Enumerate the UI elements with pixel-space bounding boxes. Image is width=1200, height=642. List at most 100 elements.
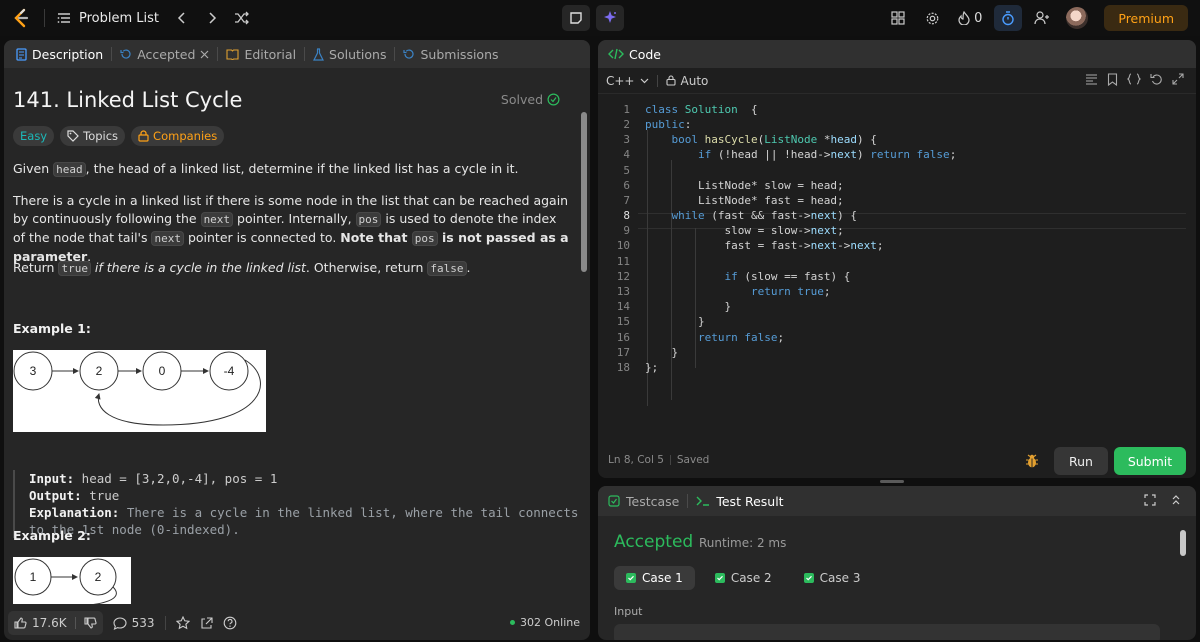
lock-icon <box>138 130 149 142</box>
line-number: 17 <box>616 346 630 359</box>
next-problem-icon[interactable] <box>199 5 225 31</box>
premium-button[interactable]: Premium <box>1104 5 1188 31</box>
code-line: slow = slow->next; <box>645 224 844 237</box>
code-line: ListNode* slow = head; <box>645 179 844 192</box>
auto-mode[interactable]: Auto <box>665 74 708 88</box>
tab-accepted[interactable]: Accepted <box>114 40 215 68</box>
previous-problem-icon[interactable] <box>169 5 195 31</box>
share-icon[interactable] <box>200 616 213 630</box>
description-scrollbar-thumb[interactable] <box>581 112 587 272</box>
code-title: Code <box>629 46 662 62</box>
debugger-bug-icon[interactable] <box>1024 453 1040 469</box>
chevron-down-icon <box>640 78 649 84</box>
case-label: Case 2 <box>730 571 772 585</box>
input-value-box[interactable] <box>614 624 1160 640</box>
node-label: -4 <box>224 364 235 378</box>
user-avatar[interactable] <box>1066 7 1089 29</box>
description-footer: 17.6K 533 <box>4 606 590 640</box>
result-scrollbar-thumb[interactable] <box>1180 530 1186 556</box>
check-circle-icon <box>547 93 560 106</box>
code-line: bool hasCycle(ListNode *head) { <box>671 133 877 146</box>
tab-divider <box>304 47 306 61</box>
example-2-diagram: 1 2 <box>13 557 131 604</box>
tab-divider <box>394 47 396 61</box>
tab-submissions[interactable]: Submissions <box>397 40 504 68</box>
check-icon <box>714 573 725 583</box>
reset-icon[interactable] <box>1150 73 1163 86</box>
timer-icon[interactable] <box>994 5 1023 31</box>
line-number: 12 <box>616 270 630 283</box>
language-select[interactable]: C++ <box>606 74 649 88</box>
star-icon[interactable] <box>175 616 190 630</box>
ai-sparkle-icon[interactable] <box>596 5 624 31</box>
test-panel-tabs: Testcase Test Result <box>598 486 1196 516</box>
tab-description-label: Description <box>32 46 104 62</box>
history-icon <box>120 48 132 60</box>
code-line: return true; <box>750 285 831 298</box>
divider <box>164 616 166 630</box>
code-line: fast = fast->next->next; <box>645 239 884 252</box>
format-icon[interactable] <box>1085 73 1098 86</box>
flame-icon <box>958 11 970 25</box>
notes-icon[interactable] <box>562 5 590 31</box>
description-tabs: Description Accepted Editorial Solutions… <box>4 40 590 68</box>
solved-status: Solved <box>501 92 560 107</box>
tab-test-result[interactable]: Test Result <box>716 494 783 509</box>
runtime-label: Runtime: 2 ms <box>699 536 787 550</box>
add-friend-icon[interactable] <box>1028 5 1056 31</box>
case-tab-2[interactable]: Case 2 <box>703 566 784 590</box>
layout-grid-icon[interactable] <box>884 5 912 31</box>
tab-description[interactable]: Description <box>10 40 109 68</box>
bookmark-icon[interactable] <box>1107 73 1118 86</box>
code-line: if (!head || !head->next) return false; <box>697 148 957 161</box>
code-line: if (slow == fast) { <box>724 270 851 283</box>
streak-counter[interactable]: 0 <box>952 11 988 26</box>
likes-count: 17.6K <box>32 616 67 630</box>
like-button[interactable]: 17.6K <box>8 611 103 635</box>
settings-gear-icon[interactable] <box>918 5 946 31</box>
code-line: ListNode* fast = head; <box>645 194 844 207</box>
companies-tag[interactable]: Companies <box>131 126 225 146</box>
case-tab-3[interactable]: Case 3 <box>792 566 873 590</box>
close-icon[interactable] <box>200 50 209 59</box>
line-number: 5 <box>623 164 630 177</box>
shuffle-icon[interactable] <box>229 5 255 31</box>
flask-icon <box>313 47 325 61</box>
lock-icon <box>665 75 676 86</box>
case-tab-1[interactable]: Case 1 <box>614 566 695 590</box>
node-label: 0 <box>159 364 166 378</box>
problem-list-button[interactable]: Problem List <box>57 11 159 26</box>
case-tabs: Case 1 Case 2 Case 3 <box>614 566 872 590</box>
example-1-heading: Example 1: <box>13 321 91 336</box>
tab-testcase[interactable]: Testcase <box>626 494 679 509</box>
braces-icon[interactable] <box>1127 73 1141 86</box>
example-1-block: Input: head = [3,2,0,-4], pos = 1 Output… <box>13 470 578 538</box>
collapse-icon[interactable] <box>1170 494 1182 506</box>
checkbox-icon <box>608 495 620 507</box>
tab-editorial-label: Editorial <box>244 46 297 62</box>
run-button[interactable]: Run <box>1054 447 1108 475</box>
help-icon[interactable] <box>223 616 237 630</box>
submit-button[interactable]: Submit <box>1114 447 1186 475</box>
maximize-icon[interactable] <box>1144 494 1156 506</box>
thumbs-down-icon[interactable] <box>84 617 97 629</box>
code-line: } <box>645 315 705 328</box>
node-label: 2 <box>96 364 103 378</box>
tab-divider <box>111 47 113 61</box>
code-line: while (fast && fast->next) { <box>671 209 857 222</box>
code-editor[interactable]: 1 2 3 4 5 6 7 8 9 10 11 12 13 14 15 16 1… <box>598 100 1196 440</box>
case-label: Case 3 <box>819 571 861 585</box>
problem-title: 141. Linked List Cycle <box>13 88 243 112</box>
tab-accepted-label: Accepted <box>137 46 196 62</box>
tab-editorial[interactable]: Editorial <box>220 40 302 68</box>
tab-solutions-label: Solutions <box>329 46 387 62</box>
solved-label: Solved <box>500 92 543 107</box>
comments-button[interactable]: 533 <box>113 616 155 630</box>
leetcode-logo-icon[interactable] <box>10 7 32 29</box>
terminal-icon <box>696 495 710 507</box>
expand-icon[interactable] <box>1172 73 1184 86</box>
topics-tag[interactable]: Topics <box>60 126 126 146</box>
panel-resize-handle[interactable] <box>880 480 904 483</box>
tab-solutions[interactable]: Solutions <box>307 40 392 68</box>
code-line: } <box>645 300 732 313</box>
